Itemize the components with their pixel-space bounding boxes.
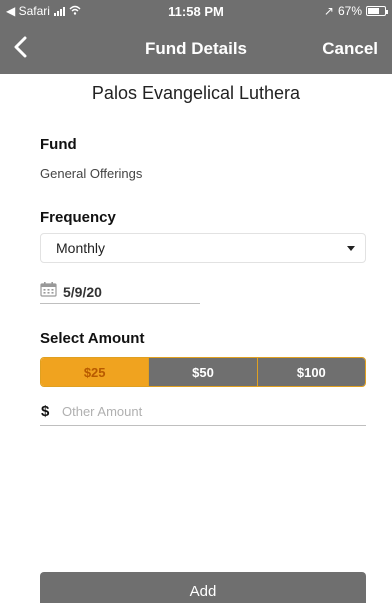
battery-icon	[366, 6, 388, 16]
amount-option-25[interactable]: $25	[41, 358, 149, 386]
amount-option-50[interactable]: $50	[148, 358, 257, 386]
caret-down-icon	[347, 246, 355, 251]
other-amount-input[interactable]	[62, 404, 342, 419]
fund-details-screen: ◀ Safari 11:58 PM ↗ 67% Fund Details Can…	[0, 0, 392, 603]
frequency-select[interactable]: Monthly	[40, 233, 366, 263]
battery-percent: 67%	[337, 4, 362, 18]
fund-label: Fund	[40, 136, 77, 153]
start-date-value: 5/9/20	[63, 283, 102, 300]
dollar-sign-icon: $	[41, 403, 50, 420]
navigation-bar: Fund Details Cancel	[0, 22, 392, 74]
amount-option-100[interactable]: $100	[256, 358, 365, 386]
calendar-icon	[40, 281, 57, 302]
location-arrow-icon: ↗	[323, 4, 334, 18]
other-amount-row: $	[40, 398, 366, 426]
cancel-button[interactable]: Cancel	[322, 39, 378, 59]
fund-value: General Offerings	[40, 166, 143, 181]
start-date-field[interactable]: 5/9/20	[40, 280, 200, 304]
add-button[interactable]: Add	[40, 572, 366, 603]
select-amount-label: Select Amount	[40, 330, 145, 347]
amount-segmented-control: $25 $50 $100	[40, 357, 366, 387]
top-bar: ◀ Safari 11:58 PM ↗ 67% Fund Details Can…	[0, 0, 392, 74]
status-bar: ◀ Safari 11:58 PM ↗ 67%	[0, 0, 392, 22]
status-right: ↗ 67%	[323, 4, 388, 18]
frequency-label: Frequency	[40, 209, 116, 226]
organization-name: Palos Evangelical Luthera	[91, 83, 301, 103]
frequency-selected-value: Monthly	[56, 240, 106, 256]
